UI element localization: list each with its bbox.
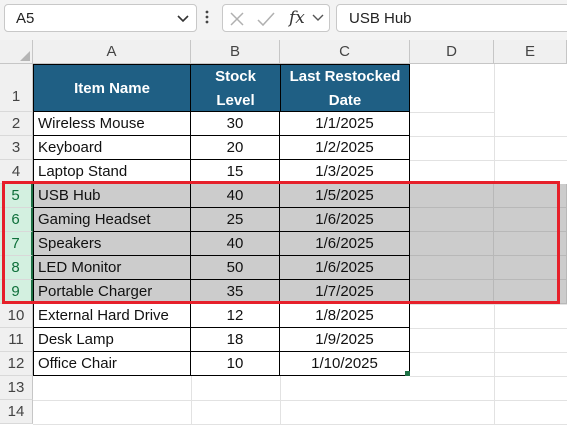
row-header-6[interactable]: 6 [0, 208, 33, 232]
cell-item[interactable]: LED Monitor [33, 256, 191, 280]
row-header-11[interactable]: 11 [0, 328, 33, 352]
cell-empty[interactable] [494, 256, 567, 280]
cell-empty[interactable] [410, 208, 494, 232]
cell-date[interactable]: 1/3/2025 [280, 160, 410, 184]
insert-function-icon[interactable]: fx [289, 8, 305, 28]
cell-item[interactable]: Gaming Headset [33, 208, 191, 232]
cancel-icon[interactable] [229, 11, 245, 27]
row-header-4[interactable]: 4 [0, 160, 33, 184]
cell-date[interactable]: 1/6/2025 [280, 256, 410, 280]
row-header-9[interactable]: 9 [0, 280, 33, 304]
cell-item[interactable]: Wireless Mouse [33, 112, 191, 136]
name-box[interactable]: A5 [4, 4, 197, 32]
column-header-b[interactable]: B [191, 40, 280, 64]
chevron-down-icon[interactable] [312, 13, 324, 23]
cell-empty[interactable] [494, 208, 567, 232]
gridline [410, 400, 567, 401]
column-header-a[interactable]: A [33, 40, 191, 64]
chevron-down-icon[interactable] [176, 11, 190, 25]
gridline [191, 376, 192, 424]
row-header-5[interactable]: 5 [0, 184, 33, 208]
column-header-e[interactable]: E [494, 40, 567, 64]
header-last-restocked-date[interactable]: Last Restocked Date [280, 64, 410, 112]
gridline [410, 136, 567, 137]
header-stock-line2: Level [216, 92, 255, 109]
cell-stock[interactable]: 10 [191, 352, 280, 376]
cell-date[interactable]: 1/7/2025 [280, 280, 410, 304]
cell-empty[interactable] [494, 280, 567, 304]
row-header-14[interactable]: 14 [0, 400, 33, 424]
gridline [410, 352, 567, 353]
gridline [410, 328, 567, 329]
cell-item[interactable]: USB Hub [33, 184, 191, 208]
row-header-2[interactable]: 2 [0, 112, 33, 136]
row-header-8[interactable]: 8 [0, 256, 33, 280]
cell-item[interactable]: Keyboard [33, 136, 191, 160]
gridline [410, 376, 567, 377]
row-header-7[interactable]: 7 [0, 232, 33, 256]
select-all-corner[interactable] [0, 40, 33, 64]
cell-empty[interactable] [410, 280, 494, 304]
formula-input[interactable]: USB Hub [336, 4, 567, 32]
row-header-3[interactable]: 3 [0, 136, 33, 160]
fill-handle[interactable] [405, 371, 410, 376]
cell-item[interactable]: Desk Lamp [33, 328, 191, 352]
cell-item[interactable]: Speakers [33, 232, 191, 256]
header-stock-level[interactable]: Stock Level [190, 64, 281, 112]
column-header-d[interactable]: D [410, 40, 494, 64]
column-header-c[interactable]: C [280, 40, 410, 64]
cell-date[interactable]: 1/6/2025 [280, 232, 410, 256]
row-header-10[interactable]: 10 [0, 304, 33, 328]
cell-empty[interactable] [410, 256, 494, 280]
header-item-name[interactable]: Item Name [33, 64, 191, 112]
cell-empty[interactable] [410, 232, 494, 256]
gridline [410, 160, 567, 161]
row-header-13[interactable]: 13 [0, 376, 33, 400]
cell-date[interactable]: 1/8/2025 [280, 304, 410, 328]
cell-stock[interactable]: 30 [191, 112, 280, 136]
cell-date[interactable]: 1/1/2025 [280, 112, 410, 136]
cell-item[interactable]: External Hard Drive [33, 304, 191, 328]
formula-value: USB Hub [349, 10, 412, 27]
cell-stock[interactable]: 12 [191, 304, 280, 328]
row-header-12[interactable]: 12 [0, 352, 33, 376]
cell-date[interactable]: 1/6/2025 [280, 208, 410, 232]
header-date-line2: Date [328, 92, 362, 109]
cell-stock[interactable]: 20 [191, 136, 280, 160]
cell-empty[interactable] [494, 232, 567, 256]
header-stock-line1: Stock [215, 68, 256, 85]
gridline [280, 376, 281, 424]
formula-controls: fx [222, 4, 330, 32]
cell-stock[interactable]: 25 [191, 208, 280, 232]
cell-stock[interactable]: 40 [191, 232, 280, 256]
row-header-1[interactable]: 1 [0, 64, 33, 112]
more-options-icon[interactable] [205, 9, 209, 25]
cell-stock[interactable]: 18 [191, 328, 280, 352]
cell-date[interactable]: 1/9/2025 [280, 328, 410, 352]
cell-item[interactable]: Office Chair [33, 352, 191, 376]
cell-stock[interactable]: 40 [191, 184, 280, 208]
name-box-value: A5 [16, 10, 35, 27]
select-all-triangle-icon [20, 51, 30, 61]
enter-check-icon[interactable] [257, 11, 275, 27]
cell-empty[interactable] [494, 184, 567, 208]
gridline [33, 400, 410, 401]
header-date-line1: Last Restocked [289, 68, 401, 85]
cell-date[interactable]: 1/10/2025 [280, 352, 410, 376]
spreadsheet-grid: A B C D E 1 2 3 4 5 6 7 8 9 10 11 12 13 … [0, 40, 567, 425]
gridline [410, 304, 567, 305]
cell-empty[interactable] [410, 184, 494, 208]
formula-bar: A5 fx USB Hub [0, 0, 567, 40]
cell-date[interactable]: 1/2/2025 [280, 136, 410, 160]
cell-item[interactable]: Portable Charger [33, 280, 191, 304]
cell-item[interactable]: Laptop Stand [33, 160, 191, 184]
gridline [410, 112, 494, 113]
cell-stock[interactable]: 50 [191, 256, 280, 280]
cell-stock[interactable]: 15 [191, 160, 280, 184]
cell-date[interactable]: 1/5/2025 [280, 184, 410, 208]
cell-stock[interactable]: 35 [191, 280, 280, 304]
